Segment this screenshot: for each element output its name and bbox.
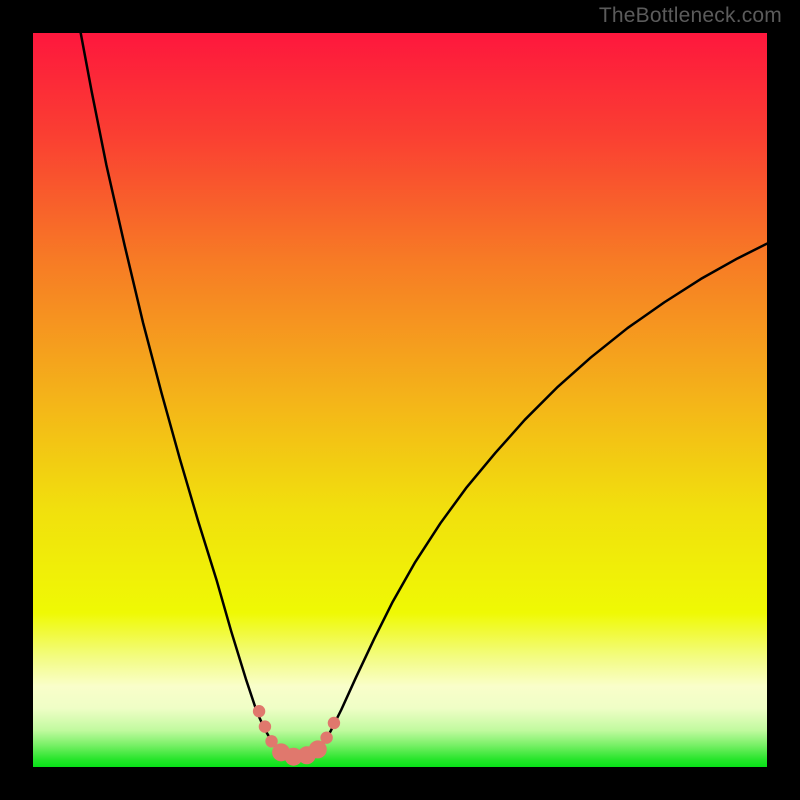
gradient-background bbox=[33, 33, 767, 767]
curve-marker bbox=[320, 731, 332, 743]
curve-marker bbox=[328, 717, 340, 729]
plot-area bbox=[33, 33, 767, 767]
curve-marker bbox=[259, 720, 271, 732]
chart-stage: TheBottleneck.com bbox=[0, 0, 800, 800]
curve-marker bbox=[253, 705, 265, 717]
chart-svg bbox=[33, 33, 767, 767]
watermark-text: TheBottleneck.com bbox=[599, 4, 782, 28]
